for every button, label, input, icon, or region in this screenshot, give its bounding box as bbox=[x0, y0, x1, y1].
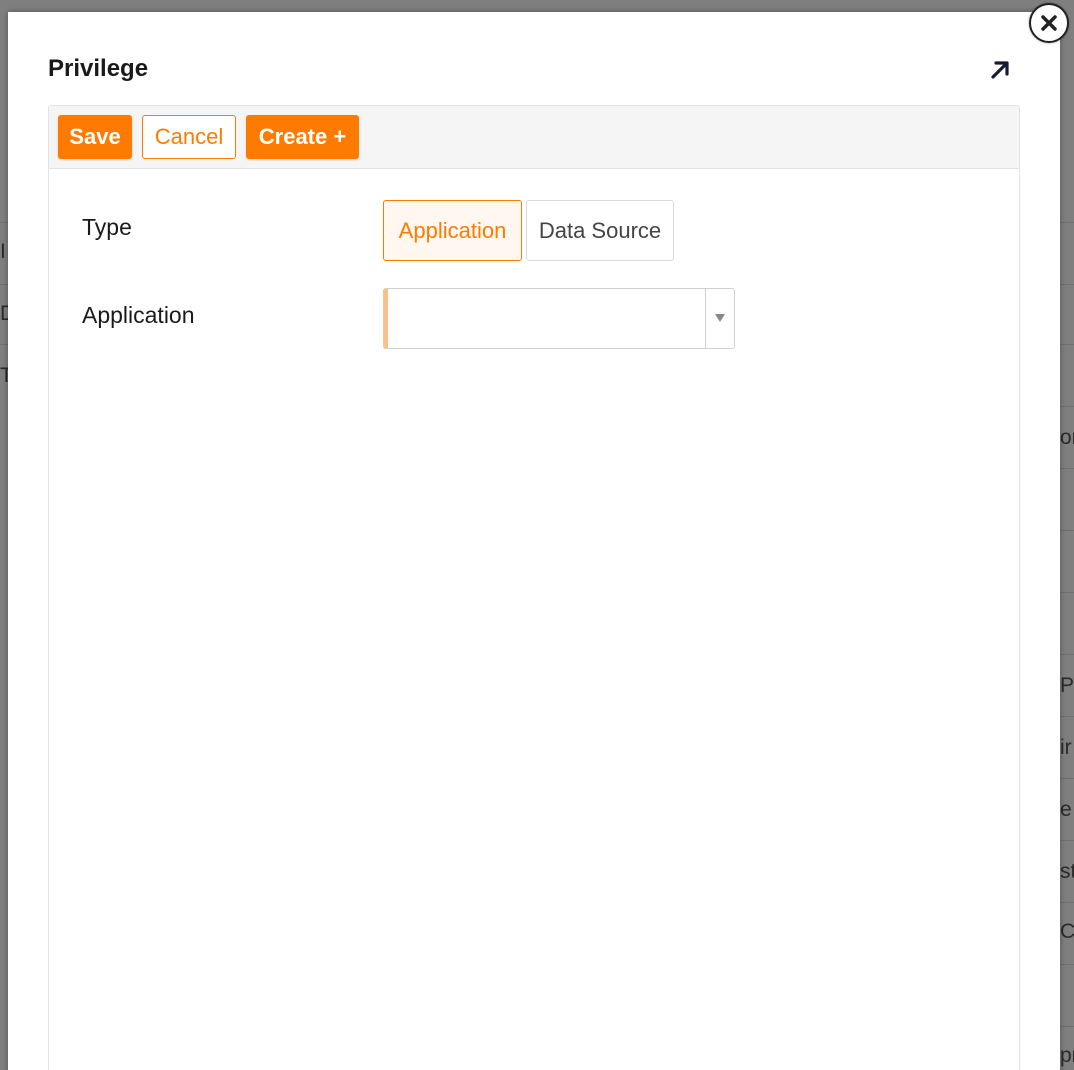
type-option-data-source[interactable]: Data Source bbox=[526, 200, 674, 261]
bg-divider bbox=[1060, 716, 1074, 717]
bg-divider bbox=[1060, 902, 1074, 903]
bg-text-fragment: I bbox=[0, 240, 6, 263]
bg-divider bbox=[1060, 284, 1074, 285]
type-label: Type bbox=[82, 214, 132, 240]
bg-text-fragment: om bbox=[1060, 426, 1074, 449]
type-option-application[interactable]: Application bbox=[383, 200, 522, 261]
bg-divider bbox=[1060, 344, 1074, 345]
bg-divider bbox=[1060, 222, 1074, 223]
arrow-up-right-icon[interactable] bbox=[988, 58, 1012, 82]
save-button[interactable]: Save bbox=[58, 115, 132, 159]
caret-down-icon[interactable] bbox=[705, 289, 734, 348]
application-label: Application bbox=[82, 302, 195, 328]
bg-divider bbox=[1060, 592, 1074, 593]
create-button[interactable]: Create + bbox=[246, 115, 359, 159]
modal-title: Privilege bbox=[48, 55, 149, 82]
bg-divider bbox=[1060, 654, 1074, 655]
cancel-button[interactable]: Cancel bbox=[142, 115, 236, 159]
bg-divider bbox=[1060, 840, 1074, 841]
bg-text-fragment: Pl bbox=[1060, 674, 1074, 697]
bg-text-fragment: T bbox=[0, 364, 8, 387]
bg-text-fragment: C bbox=[1060, 920, 1074, 943]
bg-divider bbox=[1060, 964, 1074, 965]
bg-divider bbox=[1060, 778, 1074, 779]
bg-divider bbox=[0, 222, 8, 223]
form-panel: Save Cancel Create + Type Application Da… bbox=[48, 105, 1020, 1070]
bg-divider bbox=[1060, 1026, 1074, 1027]
bg-text-fragment: ir bbox=[1060, 736, 1072, 759]
privilege-modal: Privilege Save Cancel Create + Type Appl… bbox=[8, 12, 1060, 1070]
bg-divider bbox=[0, 284, 8, 285]
bg-text-fragment: e bbox=[1060, 798, 1072, 821]
bg-divider bbox=[0, 344, 8, 345]
bg-divider bbox=[1060, 530, 1074, 531]
bg-divider bbox=[1060, 468, 1074, 469]
application-select[interactable] bbox=[383, 288, 735, 349]
close-icon[interactable] bbox=[1029, 3, 1069, 43]
bg-text-fragment: pr bbox=[1060, 1044, 1074, 1067]
toolbar: Save Cancel Create + bbox=[49, 106, 1019, 169]
bg-text-fragment: st bbox=[1060, 860, 1074, 883]
bg-text-fragment: D bbox=[0, 302, 8, 325]
bg-divider bbox=[1060, 406, 1074, 407]
